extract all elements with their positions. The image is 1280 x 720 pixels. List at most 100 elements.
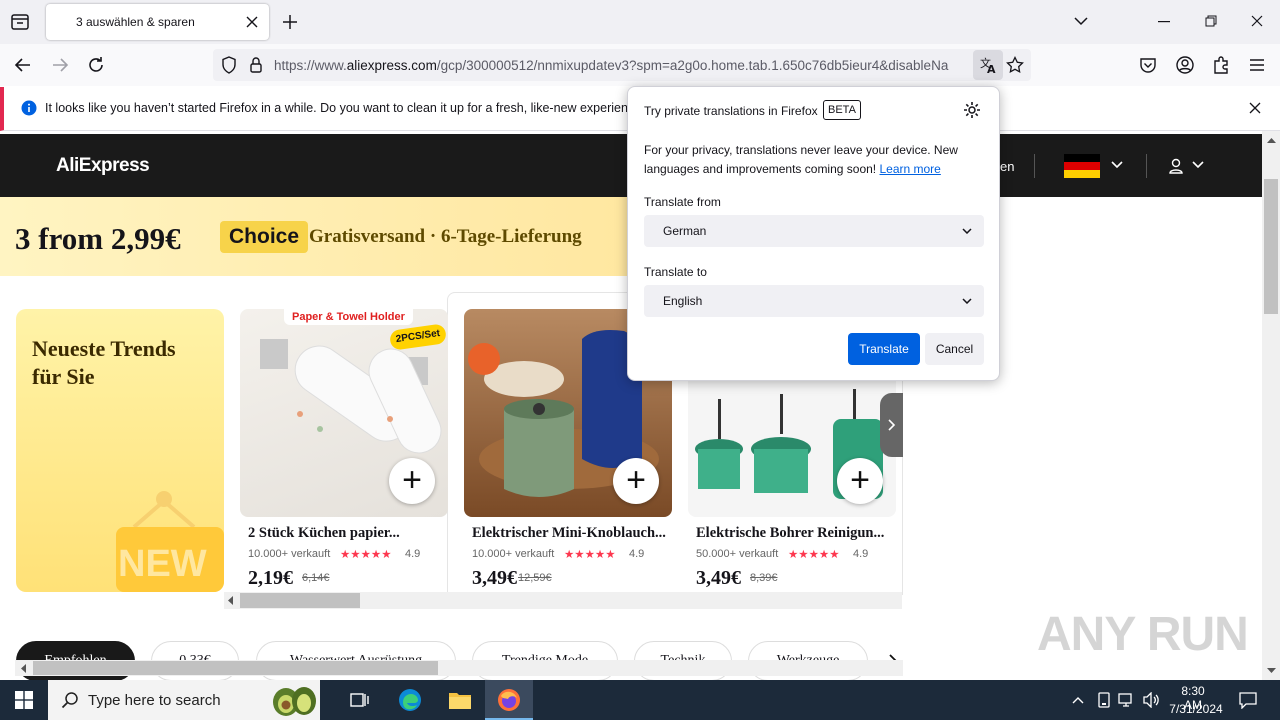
bookmark-star-icon[interactable] (1006, 56, 1024, 74)
forward-icon[interactable] (51, 56, 69, 74)
carousel-next-button[interactable] (880, 393, 903, 457)
translate-button-label: Translate (859, 342, 909, 356)
new-tab-icon[interactable] (282, 14, 298, 30)
minimize-icon[interactable] (1158, 21, 1170, 23)
user-icon[interactable] (1169, 158, 1183, 174)
product-sold: 10.000+ verkauft (472, 548, 555, 560)
tracking-shield-icon[interactable] (221, 56, 237, 74)
add-to-cart-button[interactable]: + (613, 458, 659, 504)
cancel-button[interactable]: Cancel (925, 333, 984, 365)
search-icon (61, 691, 79, 709)
edge-icon[interactable] (398, 688, 422, 712)
product-price: 3,49€ (472, 567, 517, 589)
chevron-up-icon[interactable] (1267, 137, 1276, 143)
volume-icon[interactable] (1142, 692, 1160, 708)
cancel-button-label: Cancel (935, 342, 974, 356)
divider (1034, 154, 1035, 178)
info-icon (21, 100, 37, 116)
list-tabs-icon[interactable] (1073, 15, 1089, 27)
to-language-select[interactable]: English (644, 285, 984, 317)
choice-badge: Choice (220, 221, 309, 253)
task-view-icon[interactable] (350, 691, 370, 709)
chevron-down-icon[interactable] (1267, 668, 1276, 674)
url-bar[interactable]: https://www.aliexpress.com/gcp/300000512… (213, 49, 1031, 81)
from-label: Translate from (644, 195, 721, 209)
url-path: /gcp/300000512/nnmixupdatev3?spm=a2g0o.h… (436, 58, 949, 73)
product-price: 3,49€ (696, 567, 741, 589)
promo-shipping: Gratisversand · 6-Tage-Lieferung (309, 226, 582, 247)
svg-text:A: A (987, 63, 996, 76)
scrollbar-thumb[interactable] (1264, 179, 1278, 314)
aliexpress-logo[interactable]: AliExpress (56, 155, 150, 177)
file-explorer-icon[interactable] (448, 690, 472, 710)
promo-banner[interactable]: 3 from 2,99€ Choice Gratisversand · 6-Ta… (0, 197, 630, 276)
scrollbar-thumb[interactable] (33, 661, 438, 675)
germany-flag-icon[interactable] (1064, 154, 1100, 178)
firefox-taskbar-button[interactable] (485, 680, 533, 720)
add-to-cart-button[interactable]: + (389, 458, 435, 504)
notification-center-icon[interactable] (1239, 691, 1257, 709)
chevron-left-icon[interactable] (20, 664, 28, 673)
promo-price: 3 from 2,99€ (15, 221, 181, 256)
scrollbar-thumb[interactable] (240, 593, 360, 608)
page-vertical-scrollbar[interactable] (1262, 131, 1280, 680)
watermark-text: ANY RUN (1037, 608, 1249, 661)
settings-gear-icon[interactable] (963, 101, 981, 119)
close-notification-icon[interactable] (1249, 102, 1261, 114)
close-window-icon[interactable] (1251, 15, 1263, 27)
tab-title: 3 auswählen & sparen (76, 15, 195, 29)
firefox-view-icon[interactable] (10, 12, 30, 32)
product-name[interactable]: Elektrischer Mini-Knoblauch... (472, 525, 672, 542)
translate-icon[interactable]: 文A (973, 50, 1003, 80)
app-menu-icon[interactable] (1249, 58, 1265, 72)
translate-button[interactable]: Translate (848, 333, 920, 365)
product-rating: 4.9 (629, 548, 645, 560)
tab-active[interactable]: 3 auswählen & sparen (46, 4, 269, 40)
pocket-icon[interactable] (1139, 56, 1157, 74)
windows-start-icon[interactable] (15, 691, 33, 709)
nav-toolbar: https://www.aliexpress.com/gcp/300000512… (0, 44, 1280, 86)
firefox-icon (497, 688, 521, 712)
chevron-down-icon[interactable] (1111, 161, 1123, 169)
anyrun-watermark: ANY RUN (1037, 607, 1249, 662)
product-card[interactable]: Paper & Towel Holder 2PCS/Set + 2 Stück … (240, 309, 448, 594)
restore-icon[interactable] (1205, 15, 1217, 27)
product-old-price: 12,59€ (518, 572, 552, 584)
network-icon[interactable] (1118, 692, 1136, 708)
product-name[interactable]: 2 Stück Küchen papier... (248, 525, 448, 542)
panel-description: For your privacy, translations never lea… (644, 141, 974, 179)
chevron-left-icon[interactable] (227, 596, 235, 605)
device-icon[interactable] (1097, 692, 1111, 708)
from-language-value: German (663, 224, 707, 238)
chevron-up-icon[interactable] (1072, 696, 1084, 704)
product-sold: 50.000+ verkauft (696, 548, 779, 560)
close-tab-icon[interactable] (245, 15, 259, 29)
back-icon[interactable] (14, 56, 32, 74)
taskbar-search-box[interactable]: Type here to search (48, 680, 320, 720)
notification-text: It looks like you haven’t started Firefo… (45, 101, 660, 115)
trend-card[interactable]: Neueste Trends für Sie NEW (16, 309, 224, 592)
page-horizontal-scrollbar[interactable] (15, 660, 903, 676)
learn-more-link[interactable]: Learn more (879, 162, 940, 176)
to-label: Translate to (644, 265, 707, 279)
tab-strip: 3 auswählen & sparen (0, 0, 1280, 44)
account-icon[interactable] (1175, 55, 1195, 75)
reload-icon[interactable] (87, 56, 105, 74)
from-language-select[interactable]: German (644, 215, 984, 247)
add-to-cart-button[interactable]: + (837, 458, 883, 504)
product-name[interactable]: Elektrische Bohrer Reinigun... (696, 525, 896, 542)
extensions-icon[interactable] (1212, 55, 1230, 75)
clock-date[interactable]: 7/31/2024 (1166, 702, 1226, 716)
header-partial-text[interactable]: en (1000, 159, 1014, 174)
url-text[interactable]: https://www.aliexpress.com/gcp/300000512… (274, 58, 972, 73)
product-rating: 4.9 (405, 548, 421, 560)
panel-title: Try private translations in Firefox (644, 104, 818, 118)
carousel-scrollbar[interactable] (224, 592, 902, 609)
chevron-down-icon[interactable] (1192, 161, 1204, 169)
lock-icon[interactable] (249, 56, 263, 74)
product-price: 2,19€ (248, 567, 293, 589)
rating-stars-icon: ★★★★★ (788, 549, 840, 561)
product-rating: 4.9 (853, 548, 869, 560)
product-banner: Paper & Towel Holder (284, 309, 413, 325)
trend-title: Neueste Trends für Sie (32, 336, 176, 389)
